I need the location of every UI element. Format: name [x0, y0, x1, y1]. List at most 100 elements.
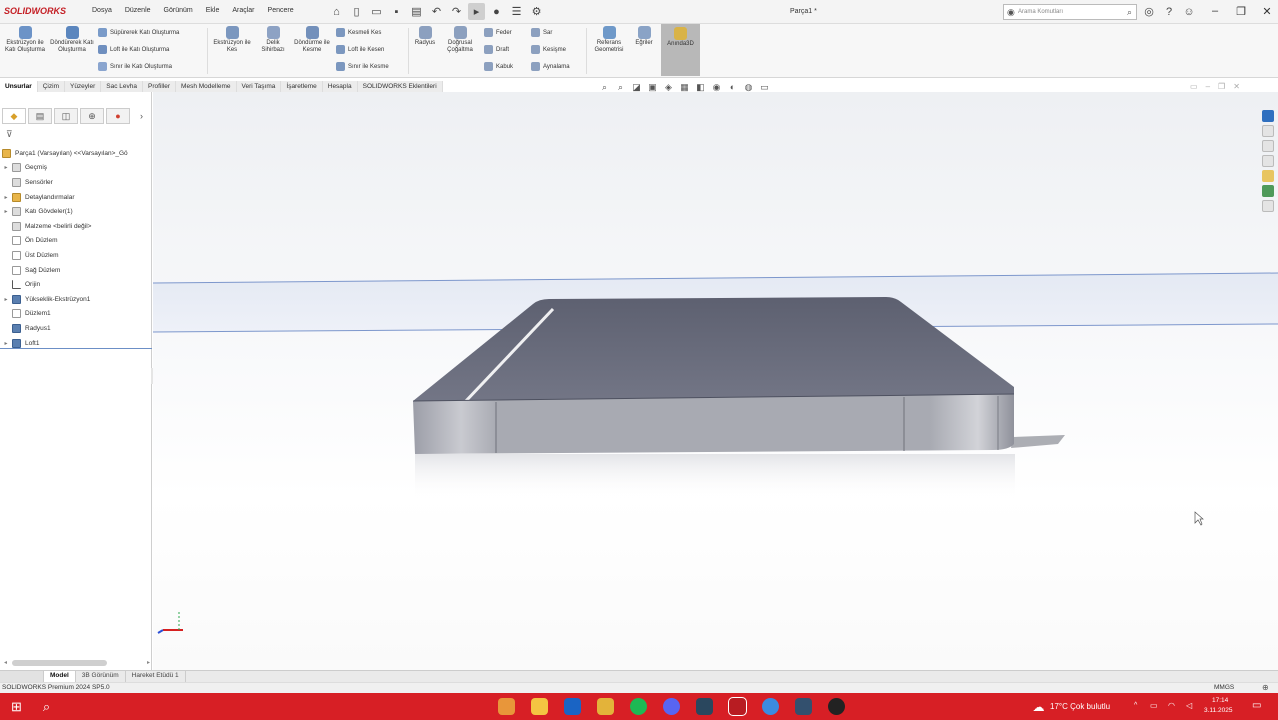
- steam-app-icon[interactable]: [696, 698, 713, 715]
- tab-profiles[interactable]: Profiller: [143, 81, 177, 92]
- notification-icon[interactable]: ▭: [1252, 700, 1261, 711]
- menu-edit[interactable]: Düzenle: [125, 7, 151, 14]
- tab-markup[interactable]: İşaretleme: [281, 81, 323, 92]
- custom-properties-icon[interactable]: [1262, 185, 1274, 197]
- tab-motion-study[interactable]: Hareket Etüdü 1: [126, 671, 186, 682]
- boundary-boss-button[interactable]: Sınır ile Katı Oluşturma: [98, 62, 172, 71]
- file-properties-icon[interactable]: ☰: [508, 3, 525, 20]
- chevron-right-icon[interactable]: ›: [140, 111, 143, 121]
- viewport-tile-icon[interactable]: ▭: [1190, 82, 1198, 91]
- menu-tools[interactable]: Araçlar: [232, 7, 254, 14]
- tree-item-annotations[interactable]: ▸ Detaylandırmalar: [2, 190, 152, 205]
- hole-wizard-button[interactable]: Delik Sihirbazı: [255, 26, 291, 54]
- extrude-boss-button[interactable]: Ekstrüzyon ile Katı Oluşturma: [4, 26, 46, 54]
- tree-item-top-plane[interactable]: Üst Düzlem: [2, 248, 152, 263]
- intersect-button[interactable]: Kesişme: [531, 45, 566, 54]
- viewport-restore-icon[interactable]: ❐: [1218, 82, 1225, 91]
- wifi-icon[interactable]: ◠: [1168, 701, 1175, 710]
- dimxpert-manager-tab-icon[interactable]: ⊕: [80, 108, 104, 124]
- sweep-boss-button[interactable]: Süpürerek Katı Oluşturma: [98, 28, 179, 37]
- account-icon[interactable]: ☺: [1182, 4, 1196, 19]
- 3dexperience-icon[interactable]: [1262, 200, 1274, 212]
- chrome-app-icon[interactable]: [498, 698, 515, 715]
- configuration-manager-tab-icon[interactable]: ◫: [54, 108, 78, 124]
- linear-pattern-button[interactable]: Doğrusal Çoğaltma: [441, 26, 479, 54]
- tab-sheet-metal[interactable]: Sac Levha: [101, 81, 143, 92]
- file-explorer-icon[interactable]: [1262, 140, 1274, 152]
- tree-item-history[interactable]: ▸ Geçmiş: [2, 161, 152, 176]
- close-icon[interactable]: ✕: [1260, 3, 1274, 19]
- expand-icon[interactable]: ▸: [2, 164, 10, 171]
- search-icon[interactable]: ⌕: [1127, 7, 1132, 18]
- expand-icon[interactable]: ▸: [2, 340, 10, 347]
- browser-app-icon[interactable]: [762, 698, 779, 715]
- tab-mesh-modeling[interactable]: Mesh Modelleme: [176, 81, 237, 92]
- outlook-app-icon[interactable]: [564, 698, 581, 715]
- tree-item-front-plane[interactable]: Ön Düzlem: [2, 234, 152, 249]
- solidworks-resources-icon[interactable]: [1262, 110, 1274, 122]
- menu-insert[interactable]: Ekle: [206, 7, 220, 14]
- appearances-icon[interactable]: [1262, 170, 1274, 182]
- menu-window[interactable]: Pencere: [268, 7, 294, 14]
- volume-icon[interactable]: ◁: [1186, 701, 1192, 710]
- reference-geometry-button[interactable]: Referans Geometrisi: [590, 26, 628, 54]
- weather-text[interactable]: 17°C Çok bulutlu: [1050, 702, 1110, 711]
- spotify-app-icon[interactable]: [630, 698, 647, 715]
- print-icon[interactable]: ▤: [408, 3, 425, 20]
- tray-chevron-icon[interactable]: ^: [1134, 702, 1137, 709]
- minimize-icon[interactable]: –: [1208, 3, 1222, 19]
- scrollbar-thumb[interactable]: [12, 660, 107, 666]
- tab-model[interactable]: Model: [44, 671, 76, 682]
- tree-item-solid-bodies[interactable]: ▸ Katı Gövdeler(1): [2, 204, 152, 219]
- steam-app-icon-2[interactable]: [795, 698, 812, 715]
- tree-root-part[interactable]: Parça1 (Varsayılan) <<Varsayılan>_Gö: [2, 146, 152, 161]
- revolved-cut-button[interactable]: Döndürme ile Kesme: [292, 26, 332, 54]
- clock-time[interactable]: 17:14: [1212, 697, 1228, 704]
- scroll-left-icon[interactable]: ◂: [4, 659, 7, 666]
- weather-icon[interactable]: ☁: [1030, 698, 1047, 715]
- expand-icon[interactable]: ▸: [2, 194, 10, 201]
- view-palette-icon[interactable]: [1262, 155, 1274, 167]
- tab-3d-views[interactable]: 3B Görünüm: [76, 671, 126, 682]
- tree-horizontal-scrollbar[interactable]: ◂ ▸: [4, 659, 150, 667]
- mirror-button[interactable]: Aynalama: [531, 62, 570, 71]
- swept-cut-button[interactable]: Kesmeli Kes: [336, 28, 381, 37]
- tree-item-fillet1[interactable]: Radyus1: [2, 321, 152, 336]
- redo-icon[interactable]: ↷: [448, 3, 465, 20]
- folder-app-icon[interactable]: [597, 698, 614, 715]
- tree-item-plane1[interactable]: Düzlem1: [2, 307, 152, 322]
- network-icon[interactable]: ▭: [1150, 701, 1158, 710]
- undo-icon[interactable]: ↶: [428, 3, 445, 20]
- github-app-icon[interactable]: [828, 698, 845, 715]
- tree-item-right-plane[interactable]: Sağ Düzlem: [2, 263, 152, 278]
- tree-item-material[interactable]: Malzeme <belirli değil>: [2, 219, 152, 234]
- tab-evaluate[interactable]: Hesapla: [322, 81, 358, 92]
- rib-button[interactable]: Feder: [484, 28, 512, 37]
- solidworks-logo[interactable]: SOLIDWORKS: [4, 6, 66, 16]
- save-icon[interactable]: ▪: [388, 3, 405, 20]
- filter-icon[interactable]: ⊽: [6, 129, 13, 140]
- shell-button[interactable]: Kabuk: [484, 62, 513, 71]
- help-icon[interactable]: ?: [1162, 4, 1176, 19]
- fillet-button[interactable]: Radyus: [411, 26, 439, 47]
- tab-features[interactable]: Unsurlar: [0, 81, 38, 92]
- open-icon[interactable]: ▭: [368, 3, 385, 20]
- new-document-icon[interactable]: ▯: [348, 3, 365, 20]
- viewport-minimize-icon[interactable]: –: [1206, 82, 1210, 91]
- curves-button[interactable]: Eğriler: [632, 26, 656, 47]
- unit-system[interactable]: MMGS: [1214, 684, 1234, 691]
- discord-app-icon[interactable]: [663, 698, 680, 715]
- feature-manager-tab-icon[interactable]: ◆: [2, 108, 26, 124]
- tree-item-boss-extrude1[interactable]: ▸ Yükseklik-Ekstrüzyon1: [2, 292, 152, 307]
- windows-start-icon[interactable]: ⊞: [8, 698, 25, 715]
- search-scope-icon[interactable]: ◉: [1007, 7, 1015, 18]
- menu-file[interactable]: Dosya: [92, 7, 112, 14]
- extruded-cut-button[interactable]: Ekstrüzyon ile Kes: [211, 26, 253, 54]
- search-input[interactable]: ◉ Arama Komutları ⌕: [1003, 4, 1137, 20]
- tree-item-origin[interactable]: Orijin: [2, 277, 152, 292]
- graphics-area[interactable]: [153, 92, 1278, 670]
- loft-boss-button[interactable]: Loft ile Katı Oluşturma: [98, 45, 169, 54]
- user-icon[interactable]: ◎: [1142, 4, 1156, 19]
- tab-addins[interactable]: SOLIDWORKS Eklentileri: [357, 81, 443, 92]
- draft-button[interactable]: Draft: [484, 45, 509, 54]
